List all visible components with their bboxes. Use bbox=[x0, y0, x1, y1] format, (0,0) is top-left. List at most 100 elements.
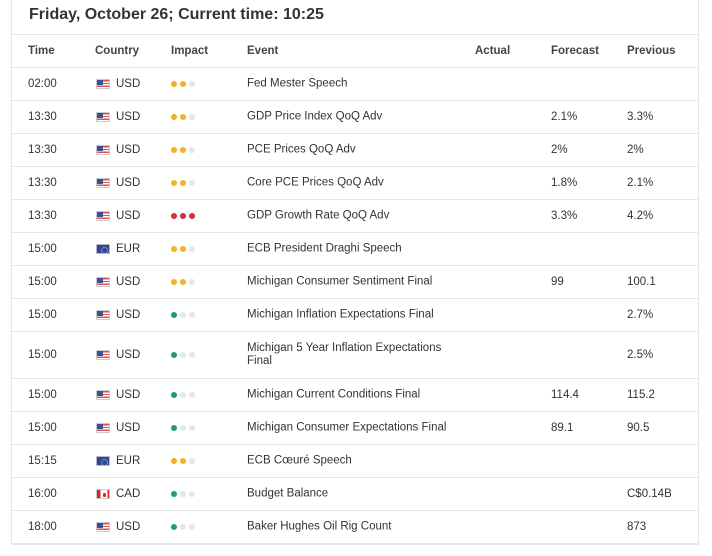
event-time: 15:00 bbox=[28, 389, 57, 401]
impact-indicator bbox=[171, 213, 195, 219]
impact-dot-icon bbox=[171, 491, 177, 497]
event-currency: EUR bbox=[116, 455, 141, 467]
event-previous: 100.1 bbox=[627, 276, 656, 288]
impact-dot-icon bbox=[189, 491, 195, 497]
event-name[interactable]: Michigan Inflation Expectations Final bbox=[247, 309, 462, 322]
impact-dot-icon bbox=[189, 524, 195, 530]
event-time: 15:00 bbox=[28, 276, 57, 288]
us-flag-icon bbox=[96, 112, 110, 122]
column-header-previous[interactable]: Previous bbox=[627, 45, 676, 57]
event-name[interactable]: ECB President Draghi Speech bbox=[247, 243, 462, 256]
event-time: 15:15 bbox=[28, 455, 57, 467]
impact-dot-icon bbox=[180, 491, 186, 497]
impact-dot-icon bbox=[171, 312, 177, 318]
table-row[interactable]: 15:00 USD Michigan 5 Year Inflation Expect… bbox=[11, 332, 699, 379]
event-time: 15:00 bbox=[28, 309, 57, 321]
impact-dot-icon bbox=[189, 180, 195, 186]
event-currency: USD bbox=[116, 210, 141, 222]
event-name[interactable]: GDP Growth Rate QoQ Adv bbox=[247, 210, 462, 223]
table-row[interactable]: 18:00 USD Baker Hughes Oil Rig Count 873 bbox=[11, 511, 699, 544]
us-flag-icon bbox=[96, 350, 110, 360]
table-row[interactable]: 13:30 USD Core PCE Prices QoQ Adv 1.8% 2.1% bbox=[11, 167, 699, 200]
table-row[interactable]: 16:00 CAD Budget Balance C$0.14B bbox=[11, 478, 699, 511]
table-row[interactable]: 15:00 EUR ECB President Draghi Speech bbox=[11, 233, 699, 266]
page-title: Friday, October 26; Current time: 10:25 bbox=[29, 6, 324, 23]
impact-dot-icon bbox=[189, 213, 195, 219]
event-name[interactable]: Michigan Consumer Expectations Final bbox=[247, 422, 462, 435]
event-time: 16:00 bbox=[28, 488, 57, 500]
event-name[interactable]: Core PCE Prices QoQ Adv bbox=[247, 177, 462, 190]
event-forecast: 114.4 bbox=[551, 389, 579, 401]
table-row[interactable]: 15:00 USD Michigan Current Conditions Fina… bbox=[11, 379, 699, 412]
impact-dot-icon bbox=[180, 312, 186, 318]
us-flag-icon bbox=[96, 211, 110, 221]
event-name[interactable]: Michigan Current Conditions Final bbox=[247, 389, 462, 402]
us-flag-icon bbox=[96, 390, 110, 400]
impact-dot-icon bbox=[171, 352, 177, 358]
impact-dot-icon bbox=[189, 425, 195, 431]
impact-dot-icon bbox=[189, 81, 195, 87]
event-time: 18:00 bbox=[28, 521, 57, 533]
impact-dot-icon bbox=[189, 279, 195, 285]
impact-dot-icon bbox=[180, 114, 186, 120]
column-header-country[interactable]: Country bbox=[95, 45, 139, 57]
event-currency: USD bbox=[116, 177, 141, 189]
impact-dot-icon bbox=[171, 81, 177, 87]
column-header-time[interactable]: Time bbox=[28, 45, 55, 57]
impact-dot-icon bbox=[180, 246, 186, 252]
table-row[interactable]: 13:30 USD GDP Price Index QoQ Adv 2.1% 3.3% bbox=[11, 101, 699, 134]
us-flag-icon bbox=[96, 145, 110, 155]
event-name[interactable]: PCE Prices QoQ Adv bbox=[247, 144, 462, 157]
impact-indicator bbox=[171, 458, 195, 464]
table-row[interactable]: 13:30 USD GDP Growth Rate QoQ Adv 3.3% 4.2% bbox=[11, 200, 699, 233]
event-time: 02:00 bbox=[28, 78, 57, 90]
impact-dot-icon bbox=[189, 147, 195, 153]
table-row[interactable]: 15:15 EUR ECB Cœuré Speech bbox=[11, 445, 699, 478]
event-time: 13:30 bbox=[28, 111, 57, 123]
table-row[interactable]: 15:00 USD Michigan Consumer Sentiment Fina… bbox=[11, 266, 699, 299]
eu-flag-icon bbox=[96, 456, 110, 466]
event-name[interactable]: Fed Mester Speech bbox=[247, 78, 462, 91]
impact-dot-icon bbox=[189, 246, 195, 252]
impact-dot-icon bbox=[171, 458, 177, 464]
event-name[interactable]: Baker Hughes Oil Rig Count bbox=[247, 521, 462, 534]
event-forecast: 1.8% bbox=[551, 177, 578, 189]
event-name[interactable]: ECB Cœuré Speech bbox=[247, 455, 462, 468]
table-row[interactable]: 15:00 USD Michigan Inflation Expectations … bbox=[11, 299, 699, 332]
impact-dot-icon bbox=[180, 524, 186, 530]
event-previous: 90.5 bbox=[627, 422, 650, 434]
column-header-forecast[interactable]: Forecast bbox=[551, 45, 599, 57]
event-name[interactable]: Michigan Consumer Sentiment Final bbox=[247, 276, 462, 289]
event-currency: USD bbox=[116, 422, 141, 434]
event-previous: 2.5% bbox=[627, 349, 654, 361]
event-previous: 3.3% bbox=[627, 111, 654, 123]
impact-indicator bbox=[171, 491, 195, 497]
impact-dot-icon bbox=[171, 425, 177, 431]
table-row[interactable]: 13:30 USD PCE Prices QoQ Adv 2% 2% bbox=[11, 134, 699, 167]
column-header-event[interactable]: Event bbox=[247, 45, 278, 57]
event-forecast: 89.1 bbox=[551, 422, 574, 434]
impact-dot-icon bbox=[180, 352, 186, 358]
event-currency: USD bbox=[116, 78, 141, 90]
impact-dot-icon bbox=[171, 180, 177, 186]
event-currency: USD bbox=[116, 276, 141, 288]
event-previous: 115.2 bbox=[627, 389, 655, 401]
impact-dot-icon bbox=[189, 312, 195, 318]
event-time: 13:30 bbox=[28, 210, 57, 222]
event-name[interactable]: GDP Price Index QoQ Adv bbox=[247, 111, 462, 124]
impact-indicator bbox=[171, 279, 195, 285]
event-currency: USD bbox=[116, 111, 141, 123]
impact-indicator bbox=[171, 147, 195, 153]
table-row[interactable]: 15:00 USD Michigan Consumer Expectations F… bbox=[11, 412, 699, 445]
impact-indicator bbox=[171, 246, 195, 252]
column-header-actual[interactable]: Actual bbox=[475, 45, 510, 57]
event-name[interactable]: Budget Balance bbox=[247, 488, 462, 501]
table-row[interactable]: 02:00 USD Fed Mester Speech bbox=[11, 68, 699, 101]
column-header-impact[interactable]: Impact bbox=[171, 45, 208, 57]
us-flag-icon bbox=[96, 277, 110, 287]
event-name[interactable]: Michigan 5 Year Inflation Expectations F… bbox=[247, 342, 462, 368]
event-time: 15:00 bbox=[28, 349, 57, 361]
impact-dot-icon bbox=[171, 279, 177, 285]
event-previous: 2.1% bbox=[627, 177, 654, 189]
event-time: 15:00 bbox=[28, 422, 57, 434]
